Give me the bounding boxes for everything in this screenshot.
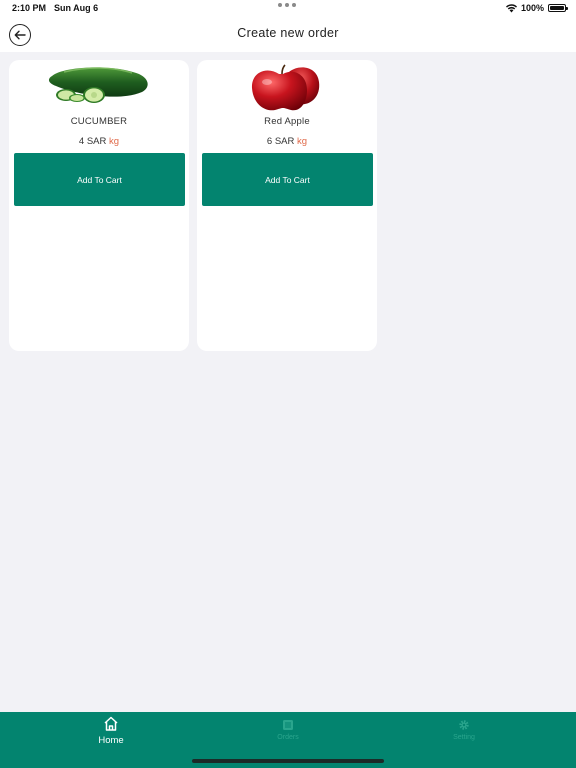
battery-icon	[548, 4, 568, 12]
home-indicator[interactable]	[192, 759, 384, 763]
price-value: 4 SAR	[78, 136, 107, 147]
status-time: 2:10 PM	[12, 3, 47, 13]
cucumber-image	[9, 62, 189, 114]
price-unit: kg	[297, 136, 308, 147]
product-card[interactable]: Red Apple 6 SAR kg Add To Cart	[197, 60, 377, 351]
product-card[interactable]: CUCUMBER 4 SAR kg Add To Cart	[9, 60, 189, 351]
page-title: Create new order	[237, 26, 339, 40]
tab-home[interactable]: Home	[61, 716, 161, 756]
orders-icon	[283, 720, 293, 730]
product-price: 6 SAR kg	[197, 136, 377, 147]
tab-setting[interactable]: Setting	[414, 716, 514, 756]
price-unit: kg	[109, 136, 120, 147]
red-apple-image	[197, 62, 377, 114]
multitasking-dots-icon[interactable]	[278, 3, 296, 7]
tab-orders[interactable]: Orders	[238, 716, 338, 756]
tab-label: Home	[98, 735, 124, 746]
wifi-icon	[505, 3, 517, 12]
status-date: Sun Aug 6	[54, 3, 99, 13]
battery-percent: 100%	[520, 3, 544, 13]
product-grid: CUCUMBER 4 SAR kg Add To Cart Red Apple …	[9, 60, 377, 351]
tab-label: Setting	[453, 734, 475, 741]
add-to-cart-button[interactable]: Add To Cart	[202, 153, 373, 206]
add-to-cart-button[interactable]: Add To Cart	[14, 153, 185, 206]
header: Create new order	[0, 16, 576, 52]
gear-icon	[459, 720, 469, 730]
battery-fill	[550, 6, 564, 10]
status-right: 100%	[505, 3, 568, 13]
status-bar: 2:10 PM Sun Aug 6 100%	[0, 0, 576, 16]
home-icon	[104, 716, 118, 731]
product-price: 4 SAR kg	[9, 136, 189, 147]
tab-label: Orders	[277, 734, 299, 741]
product-name: Red Apple	[264, 116, 310, 127]
status-left: 2:10 PM Sun Aug 6	[12, 3, 98, 13]
price-value: 6 SAR	[266, 136, 295, 147]
product-name: CUCUMBER	[70, 116, 128, 127]
